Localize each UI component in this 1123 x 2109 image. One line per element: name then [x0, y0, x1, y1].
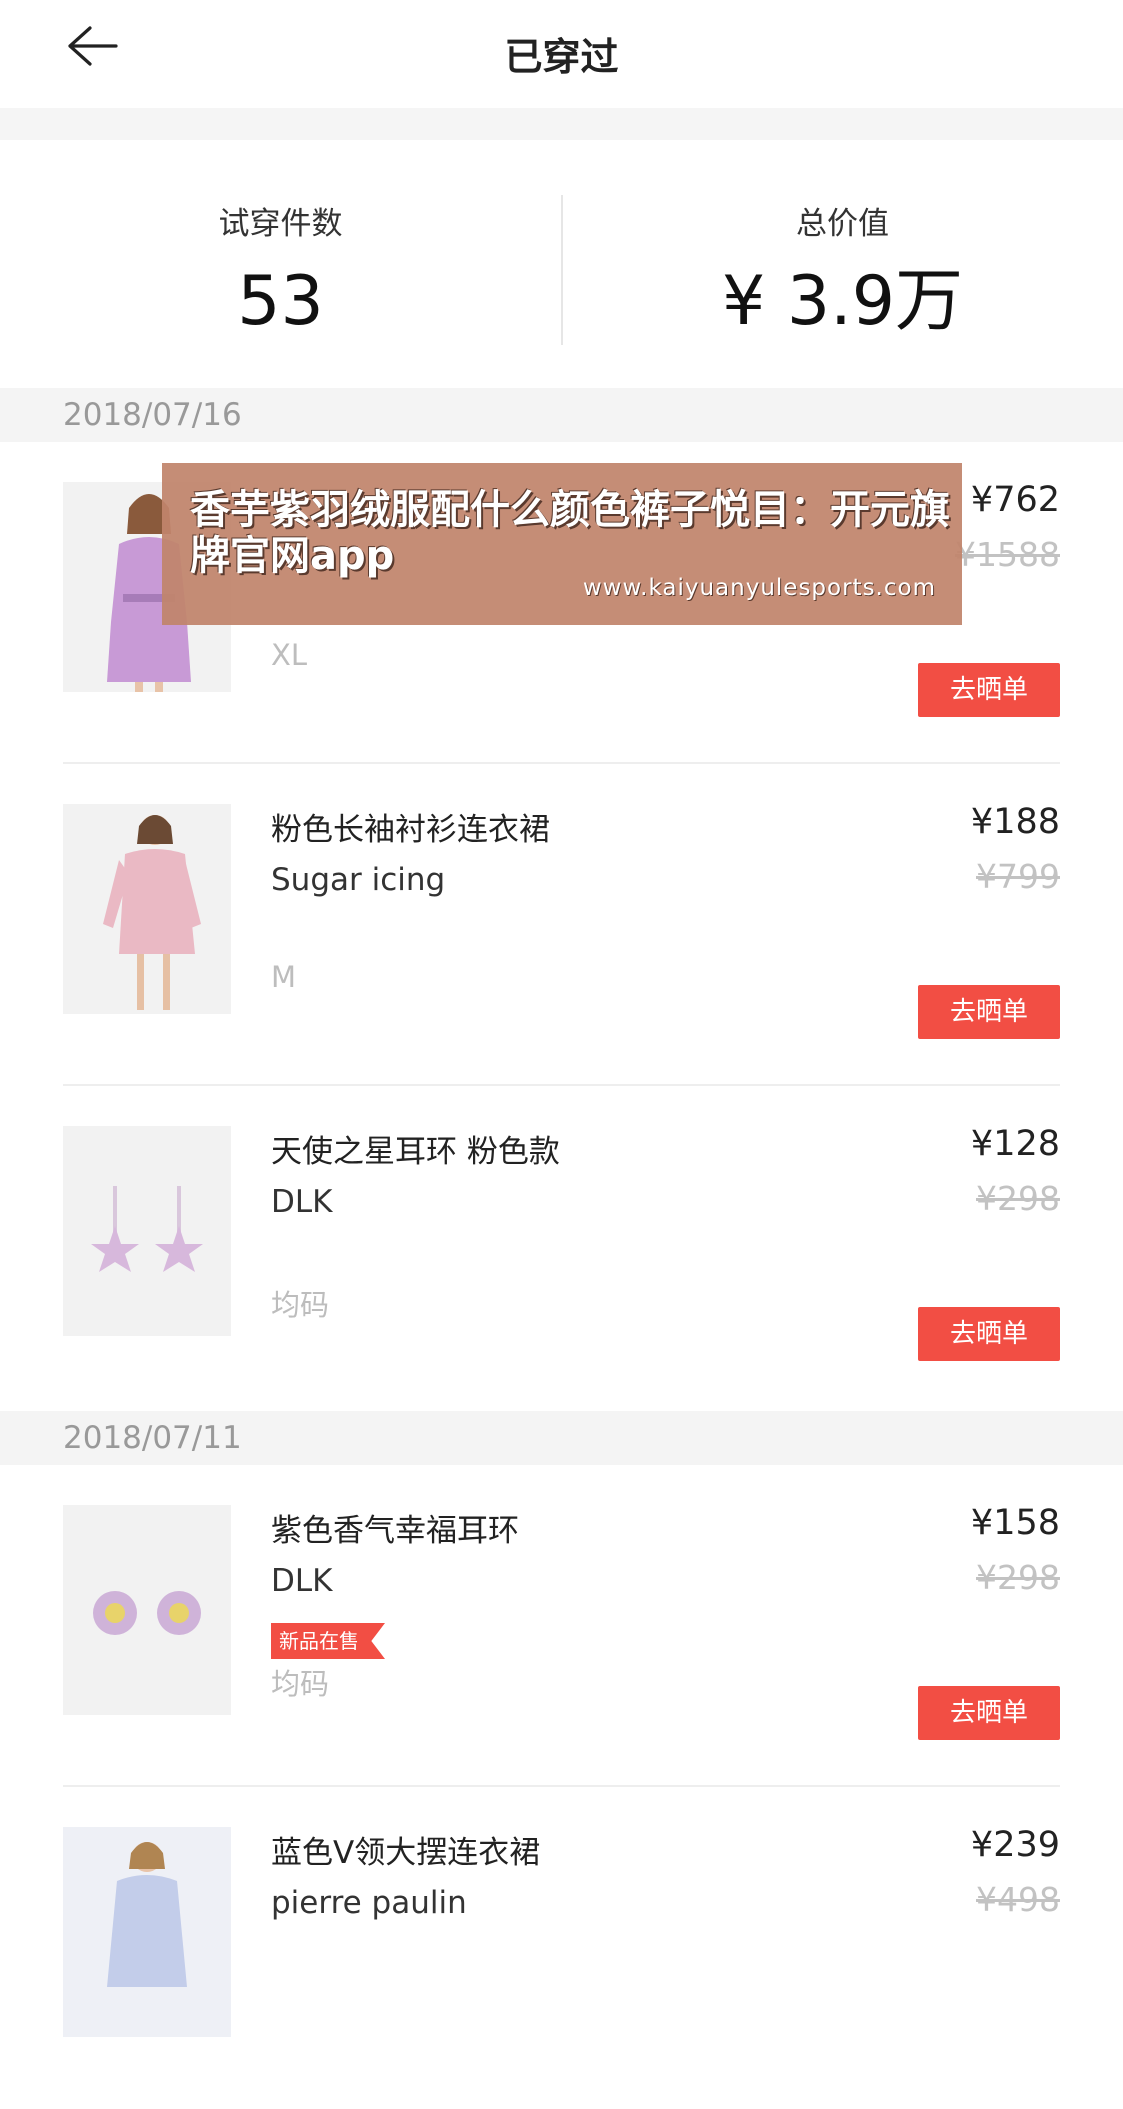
date-label: 2018/07/11: [63, 1420, 242, 1456]
top-nav-bar: 已穿过: [0, 0, 1123, 108]
overlay-title: 香芋紫羽绒服配什么颜色裤子悦目：开元旗牌官网app: [190, 487, 950, 579]
tryon-count-label: 试穿件数: [218, 206, 343, 242]
product-brand: DLK: [271, 1563, 333, 1599]
share-review-button[interactable]: 去晒单: [918, 985, 1060, 1039]
product-original-price: ¥1588: [955, 535, 1060, 574]
product-image[interactable]: [63, 1827, 231, 2037]
product-name: 紫色香气幸福耳环: [271, 1513, 519, 1549]
product-size: M: [271, 960, 297, 994]
stats-panel: 试穿件数 53 总价值 ¥ 3.9万: [0, 140, 1123, 388]
product-image[interactable]: [63, 1505, 231, 1715]
list-item[interactable]: 粉色长袖衬衫连衣裙 Sugar icing M ¥188 ¥799 去晒单: [0, 764, 1123, 1086]
product-original-price: ¥298: [976, 1558, 1060, 1597]
new-arrival-badge: 新品在售: [271, 1623, 385, 1659]
share-review-button[interactable]: 去晒单: [918, 1307, 1060, 1361]
list-item[interactable]: 蓝色V领大摆连衣裙 pierre paulin ¥239 ¥498: [0, 1787, 1123, 2109]
product-price: ¥762: [970, 480, 1060, 520]
product-name: 天使之星耳环 粉色款: [271, 1134, 560, 1170]
promo-overlay-banner: 香芋紫羽绒服配什么颜色裤子悦目：开元旗牌官网app www.kaiyuanyul…: [162, 463, 962, 625]
list-item[interactable]: 天使之星耳环 粉色款 DLK 均码 ¥128 ¥298 去晒单: [0, 1086, 1123, 1408]
share-review-button[interactable]: 去晒单: [918, 1686, 1060, 1740]
product-name: 粉色长袖衬衫连衣裙: [271, 812, 550, 848]
product-name: 蓝色V领大摆连衣裙: [271, 1835, 541, 1871]
date-header: 2018/07/11: [0, 1411, 1123, 1465]
section-divider: [0, 108, 1123, 140]
product-original-price: ¥498: [976, 1880, 1060, 1919]
product-image[interactable]: [63, 804, 231, 1014]
total-value-amount: ¥ 3.9万: [721, 262, 964, 341]
product-original-price: ¥298: [976, 1179, 1060, 1218]
product-brand: DLK: [271, 1184, 333, 1220]
product-price: ¥158: [970, 1503, 1060, 1543]
product-brand: pierre paulin: [271, 1885, 467, 1921]
product-price: ¥188: [970, 802, 1060, 842]
product-size: 均码: [271, 1667, 330, 1701]
overlay-url: www.kaiyuanyulesports.com: [582, 575, 936, 601]
date-label: 2018/07/16: [63, 397, 242, 433]
product-size: XL: [271, 638, 308, 672]
product-price: ¥128: [970, 1124, 1060, 1164]
total-value-stat: 总价值 ¥ 3.9万: [562, 140, 1123, 388]
product-size: 均码: [271, 1288, 330, 1322]
share-review-button[interactable]: 去晒单: [918, 663, 1060, 717]
list-item[interactable]: 紫色香气幸福耳环 DLK 新品在售 均码 ¥158 ¥298 去晒单: [0, 1465, 1123, 1787]
product-price: ¥239: [970, 1825, 1060, 1865]
product-original-price: ¥799: [976, 857, 1060, 896]
tryon-count-value: 53: [237, 262, 324, 341]
product-brand: Sugar icing: [271, 862, 446, 898]
page-title: 已穿过: [504, 35, 619, 79]
date-header: 2018/07/16: [0, 388, 1123, 442]
total-value-label: 总价值: [796, 206, 889, 242]
tryon-count-stat: 试穿件数 53: [0, 140, 561, 388]
product-image[interactable]: [63, 1126, 231, 1336]
